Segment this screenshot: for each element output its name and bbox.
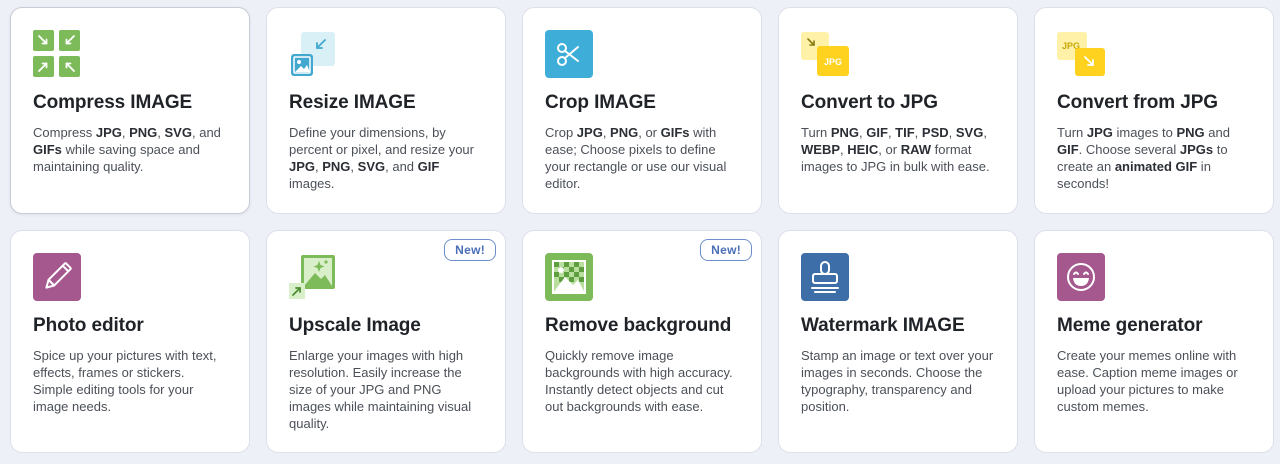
tool-description: Turn PNG, GIF, TIF, PSD, SVG, WEBP, HEIC… — [801, 124, 995, 175]
format-highlight: GIFs — [33, 142, 62, 157]
tool-description: Crop JPG, PNG, or GIFs with ease; Choose… — [545, 124, 739, 192]
description-text: . Choose several — [1078, 142, 1180, 157]
description-text: Quickly remove image backgrounds with hi… — [545, 348, 733, 414]
tools-grid: Compress IMAGE Compress JPG, PNG, SVG, an… — [10, 7, 1274, 453]
tool-card-remove-background[interactable]: New! Remove background Quickly remove ima… — [522, 230, 762, 453]
tool-title: Crop IMAGE — [545, 92, 656, 113]
new-badge: New! — [444, 239, 496, 261]
description-text: Turn — [1057, 125, 1087, 140]
tool-description: Create your memes online with ease. Capt… — [1057, 347, 1251, 415]
tool-card-compress-image[interactable]: Compress IMAGE Compress JPG, PNG, SVG, an… — [10, 7, 250, 214]
description-text: , and — [191, 125, 221, 140]
description-text: Crop — [545, 125, 577, 140]
description-text: Define your dimensions, by percent or pi… — [289, 125, 474, 157]
tool-title: Resize IMAGE — [289, 92, 416, 113]
resize-icon — [289, 30, 337, 78]
tool-card-convert-from-jpg[interactable]: JPG Convert from JPG Turn JPG images to P… — [1034, 7, 1274, 214]
format-highlight: PSD — [921, 125, 949, 140]
format-highlight: GIF — [417, 159, 440, 174]
tool-description: Stamp an image or text over your images … — [801, 347, 995, 415]
tool-description: Spice up your pictures with text, effect… — [33, 347, 227, 415]
format-highlight: JPG — [95, 125, 122, 140]
tool-description: Turn JPG images to PNG and GIF. Choose s… — [1057, 124, 1251, 192]
convert-from-jpg-icon: JPG — [1057, 30, 1105, 78]
format-highlight: SVG — [955, 125, 984, 140]
description-text: Enlarge your images with high resolution… — [289, 348, 472, 431]
tool-title: Upscale Image — [289, 315, 421, 336]
format-highlight: GIF — [1057, 142, 1079, 157]
description-text: , — [948, 125, 956, 140]
tool-description: Enlarge your images with high resolution… — [289, 347, 483, 432]
format-highlight: SVG — [357, 159, 386, 174]
description-text: Create your memes online with ease. Capt… — [1057, 348, 1238, 414]
stamp-icon — [801, 253, 849, 301]
tool-card-watermark-image[interactable]: Watermark IMAGE Stamp an image or text ov… — [778, 230, 1018, 453]
format-highlight: GIF — [866, 125, 888, 140]
description-text: images to — [1112, 125, 1177, 140]
convert-to-jpg-icon: JPG — [801, 30, 849, 78]
remove-background-icon — [545, 253, 593, 301]
format-highlight: PNG — [129, 125, 158, 140]
crop-icon — [545, 30, 593, 78]
format-highlight: RAW — [900, 142, 932, 157]
description-text: , or — [878, 142, 901, 157]
description-text: , — [914, 125, 922, 140]
tool-card-resize-image[interactable]: Resize IMAGE Define your dimensions, by p… — [266, 7, 506, 214]
compress-icon — [33, 30, 81, 78]
pencil-icon — [33, 253, 81, 301]
description-text: , — [157, 125, 165, 140]
laughing-face-icon — [1057, 253, 1105, 301]
format-highlight: SVG — [164, 125, 192, 140]
description-text: Turn — [801, 125, 831, 140]
description-text: Stamp an image or text over your images … — [801, 348, 994, 414]
format-highlight: PNG — [830, 125, 860, 140]
tool-title: Photo editor — [33, 315, 144, 336]
tool-title: Convert to JPG — [801, 92, 938, 113]
tool-card-photo-editor[interactable]: Photo editor Spice up your pictures with … — [10, 230, 250, 453]
description-text: , or — [638, 125, 661, 140]
format-highlight: PNG — [610, 125, 639, 140]
format-highlight: PNG — [322, 159, 351, 174]
format-highlight: TIF — [895, 125, 915, 140]
tool-description: Compress JPG, PNG, SVG, and GIFs while s… — [33, 124, 227, 175]
description-text: images. — [289, 176, 335, 191]
description-text: , — [350, 159, 358, 174]
tool-card-convert-to-jpg[interactable]: JPG Convert to JPG Turn PNG, GIF, TIF, PS… — [778, 7, 1018, 214]
format-highlight: WEBP — [801, 142, 840, 157]
description-text: Spice up your pictures with text, effect… — [33, 348, 217, 414]
tool-description: Define your dimensions, by percent or pi… — [289, 124, 483, 192]
tool-card-meme-generator[interactable]: Meme generator Create your memes online w… — [1034, 230, 1274, 453]
tool-description: Quickly remove image backgrounds with hi… — [545, 347, 739, 415]
description-text: , and — [385, 159, 418, 174]
tool-card-upscale-image[interactable]: New! Upscale Image Enlarge your images wi… — [266, 230, 506, 453]
tool-card-crop-image[interactable]: Crop IMAGE Crop JPG, PNG, or GIFs with ea… — [522, 7, 762, 214]
format-highlight: JPGs — [1179, 142, 1214, 157]
description-text: , — [602, 125, 611, 140]
format-highlight: JPG — [576, 125, 603, 140]
tool-title: Watermark IMAGE — [801, 315, 965, 336]
format-highlight: animated GIF — [1114, 159, 1198, 174]
tool-title: Remove background — [545, 315, 732, 336]
tool-title: Convert from JPG — [1057, 92, 1218, 113]
description-text: , — [983, 125, 987, 140]
description-text: and — [1204, 125, 1230, 140]
format-highlight: GIFs — [660, 125, 690, 140]
format-highlight: JPG — [289, 159, 316, 174]
new-badge: New! — [700, 239, 752, 261]
svg-text:JPG: JPG — [824, 57, 842, 67]
tool-title: Meme generator — [1057, 315, 1203, 336]
format-highlight: JPG — [1086, 125, 1113, 140]
format-highlight: PNG — [1176, 125, 1205, 140]
tool-title: Compress IMAGE — [33, 92, 193, 113]
format-highlight: HEIC — [847, 142, 879, 157]
description-text: Compress — [33, 125, 96, 140]
upscale-icon — [289, 253, 337, 301]
